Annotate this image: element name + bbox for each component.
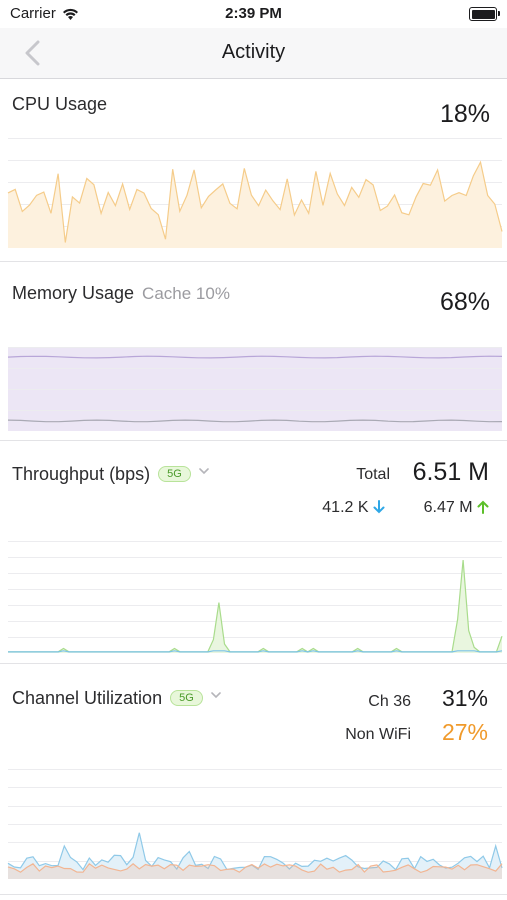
throughput-down-line [8,650,503,653]
upload-rate: 6.47 M [424,499,489,517]
status-time: 2:39 PM [225,5,282,22]
channel-label-text: Channel Utilization [12,688,163,708]
chevron-down-icon[interactable] [210,690,221,700]
total-label: Total [356,466,390,483]
channel-utilization-chart [7,769,503,879]
cpu-section: CPU Usage 18% [0,80,507,262]
chevron-down-icon[interactable] [198,466,209,476]
page-title: Activity [221,41,286,63]
memory-usage-chart [7,347,503,431]
channel-label: Channel Utilization 5G [12,688,221,709]
channel-band-badge[interactable]: 5G [170,690,203,706]
channel-section: Channel Utilization 5G Ch 36 31% Non WiFi… [0,664,507,895]
status-bar: Carrier 2:39 PM [0,0,507,28]
throughput-label: Throughput (bps) 5G [12,464,209,485]
memory-section: Memory Usage Cache 10% 68% [0,262,507,441]
throughput-section: Throughput (bps) 5G Total 6.51 M 41.2 K 6… [0,441,507,664]
throughput-label-text: Throughput (bps) [12,464,151,484]
navigation-bar: Activity [0,28,507,79]
memory-label-text: Memory Usage [12,283,135,303]
cpu-value: 18% [439,100,490,128]
nonwifi-value: 27% [441,719,488,745]
download-arrow-icon [373,500,385,514]
cpu-label: CPU Usage [12,94,108,114]
download-value: 41.2 K [322,499,369,516]
channel-value: 31% [441,685,488,711]
battery-icon [469,7,500,21]
download-rate: 41.2 K [322,499,385,517]
memory-value: 68% [439,288,490,316]
cpu-usage-chart [7,138,503,248]
upload-value: 6.47 M [423,499,473,516]
total-value: 6.51 M [412,458,489,486]
memory-label: Memory Usage Cache 10% [12,283,230,304]
band-badge[interactable]: 5G [158,466,191,482]
nonwifi-label: Non WiFi [345,726,411,743]
channel-number: Ch 36 [368,693,411,710]
throughput-chart [8,541,503,653]
cpu-area [8,162,502,248]
upload-arrow-icon [477,500,489,514]
memory-cache: Cache 10% [142,284,230,303]
